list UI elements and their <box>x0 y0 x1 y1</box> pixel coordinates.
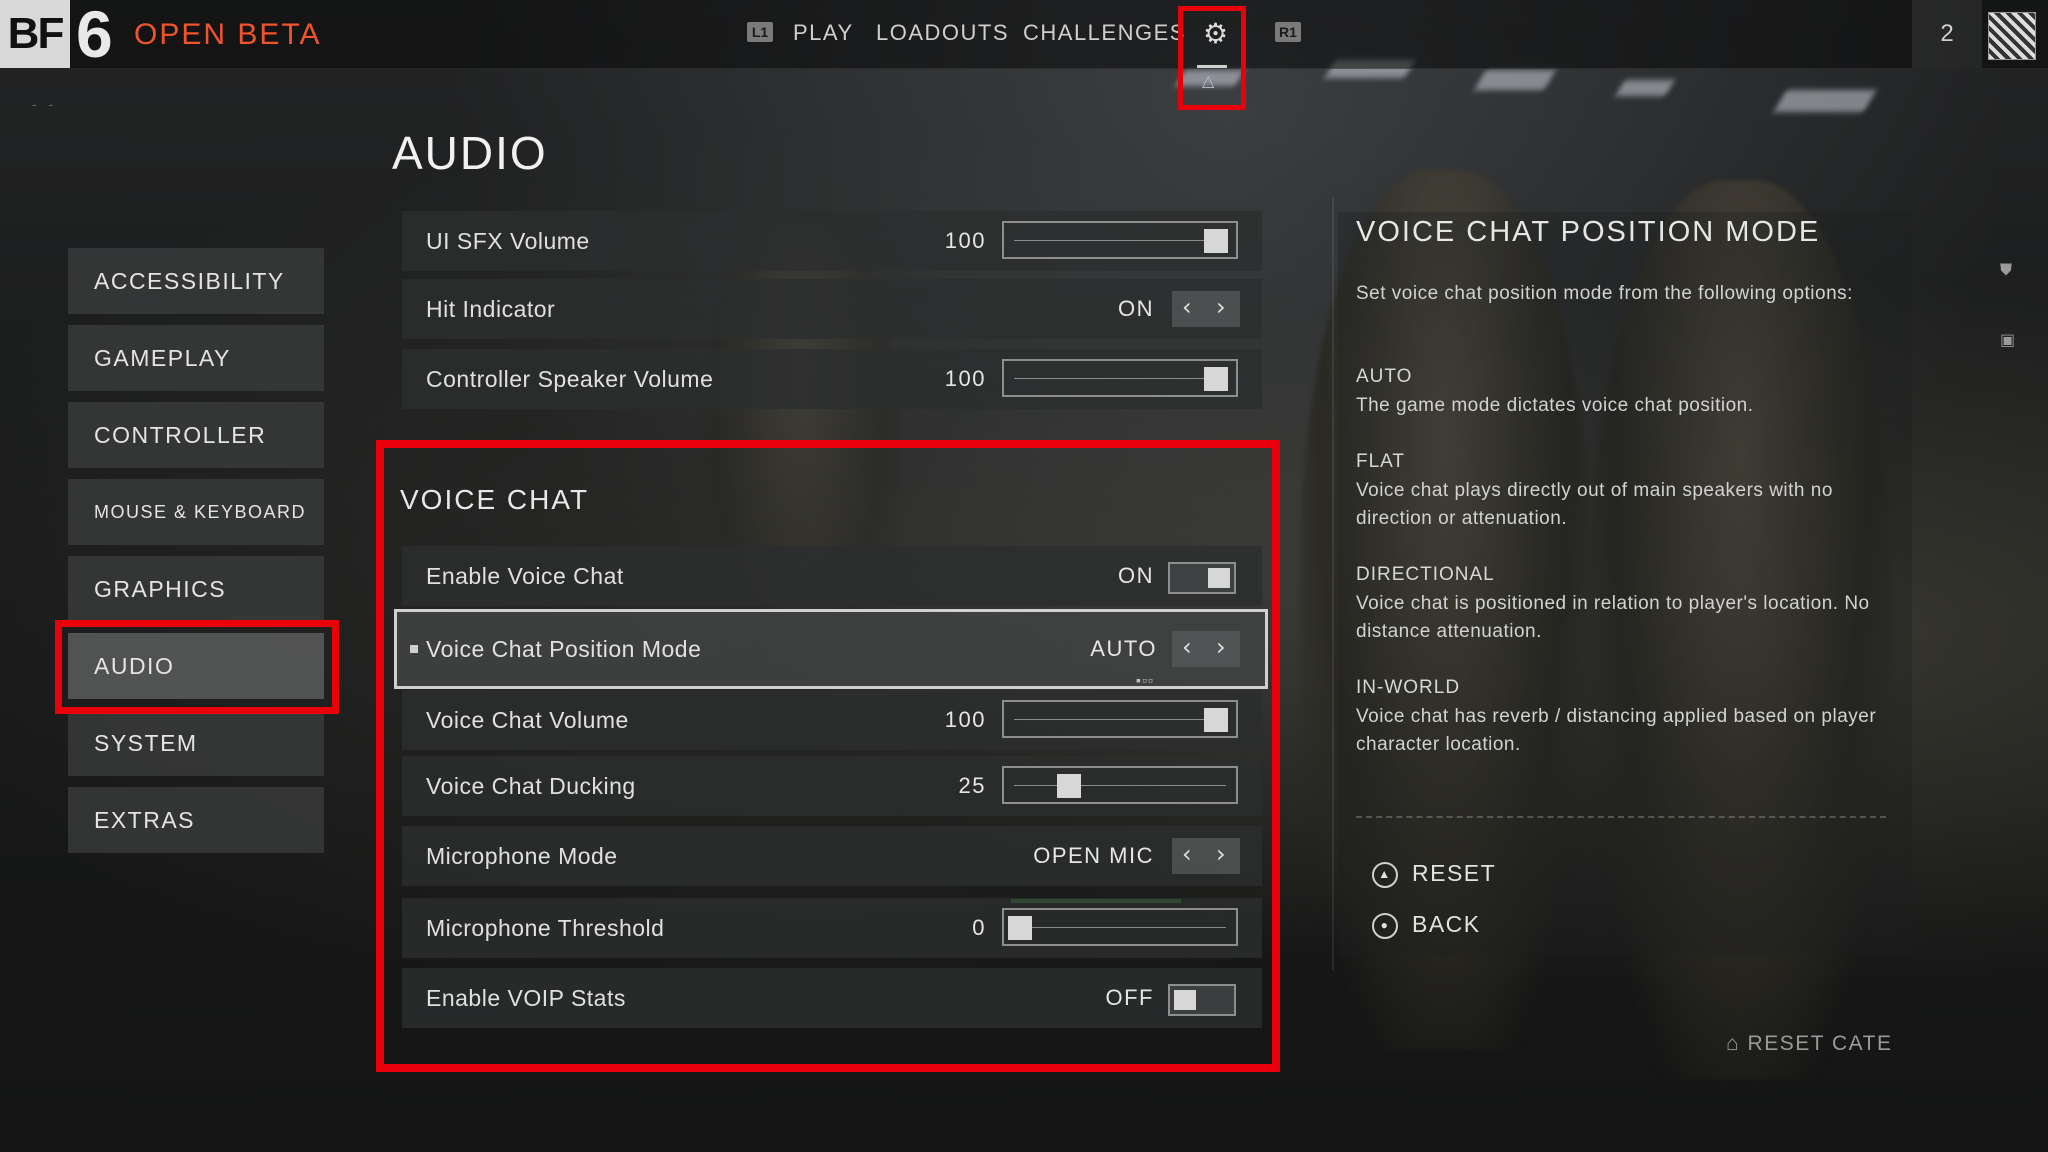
sidebar-item-controller[interactable]: CONTROLLER <box>68 402 324 468</box>
corner-marks: - - <box>32 96 53 112</box>
reset-category-button[interactable]: ⌂ RESET CATE <box>1726 1032 1892 1056</box>
nav-tab-loadouts[interactable]: LOADOUTS <box>876 20 1009 46</box>
party-count[interactable]: 2 <box>1912 0 1982 68</box>
avatar[interactable] <box>1988 12 2036 60</box>
back-label: BACK <box>1412 911 1481 937</box>
active-tab-indicator <box>1197 65 1227 68</box>
option-name: FLAT <box>1356 451 1406 472</box>
nav-tab-play[interactable]: PLAY <box>793 20 854 46</box>
option-description: The game mode dictates voice chat positi… <box>1356 395 1754 416</box>
option-description: Voice chat is positioned in relation to … <box>1356 593 1870 642</box>
reset-category-icon: ⌂ <box>1726 1032 1748 1055</box>
ui-sfx-volume-slider[interactable] <box>1002 221 1238 259</box>
logo-six: 6 <box>76 0 113 71</box>
sidebar-item-mouse-keyboard[interactable]: MOUSE & KEYBOARD <box>68 479 324 545</box>
hit-indicator-selector[interactable]: ‹ › <box>1172 291 1240 327</box>
logo-bf: BF <box>0 0 70 68</box>
squad-icon: ⛊ <box>2000 262 2013 279</box>
option-description: Voice chat has reverb / distancing appli… <box>1356 706 1877 755</box>
info-panel-divider <box>1332 198 1334 970</box>
controller-speaker-volume-slider[interactable] <box>1002 359 1238 397</box>
triangle-button-icon: △ <box>1202 73 1215 90</box>
info-panel-intro: Set voice chat position mode from the fo… <box>1356 283 1853 304</box>
sidebar-item-extras[interactable]: EXTRAS <box>68 787 324 853</box>
circle-button-icon: ● <box>1372 912 1398 939</box>
info-panel-title: VOICE CHAT POSITION MODE <box>1356 216 1821 248</box>
sidebar-item-accessibility[interactable]: ACCESSIBILITY <box>68 248 324 314</box>
info-panel-separator <box>1356 816 1886 818</box>
setting-row-hit-indicator[interactable]: Hit Indicator ON ‹ › <box>402 279 1262 339</box>
reset-category-label: RESET CATE <box>1747 1032 1893 1055</box>
chevron-right-icon[interactable]: › <box>1216 293 1226 321</box>
setting-row-ui-sfx-volume[interactable]: UI SFX Volume 100 <box>402 211 1262 271</box>
voice-chat-highlight-box <box>376 440 1280 1072</box>
back-button[interactable]: ● BACK <box>1372 911 1481 939</box>
audio-highlight-box <box>55 620 339 714</box>
slider-knob[interactable] <box>1204 229 1228 253</box>
page-title: AUDIO <box>392 127 548 179</box>
sidebar-item-gameplay[interactable]: GAMEPLAY <box>68 325 324 391</box>
open-beta-label: OPEN BETA <box>134 18 322 51</box>
slider-knob[interactable] <box>1204 367 1228 391</box>
settings-tab[interactable]: ⚙ △ <box>1178 6 1246 110</box>
setting-value: 100 <box>944 366 986 391</box>
setting-value: 100 <box>944 228 986 253</box>
option-name: AUTO <box>1356 366 1413 387</box>
setting-label: Hit Indicator <box>426 296 556 322</box>
nav-tab-challenges[interactable]: CHALLENGES <box>1023 20 1186 46</box>
sidebar-item-system[interactable]: SYSTEM <box>68 710 324 776</box>
setting-label: UI SFX Volume <box>426 228 590 254</box>
option-name: DIRECTIONAL <box>1356 564 1495 585</box>
reset-button[interactable]: ▲ RESET <box>1372 860 1496 888</box>
reset-label: RESET <box>1412 860 1497 886</box>
l1-button-icon: L1 <box>747 22 773 42</box>
bf6-logo: BF 6 <box>0 0 116 71</box>
triangle-button-icon: ▲ <box>1372 861 1398 888</box>
option-name: IN-WORLD <box>1356 677 1461 698</box>
r1-button-icon: R1 <box>1275 22 1301 42</box>
slider-track <box>1014 240 1226 241</box>
top-bar: BF 6 OPEN BETA L1 PLAY LOADOUTS CHALLENG… <box>0 0 2048 110</box>
r2-button-icon: ▣ <box>2000 332 2016 349</box>
option-description: Voice chat plays directly out of main sp… <box>1356 480 1833 529</box>
slider-track <box>1014 378 1226 379</box>
gear-icon: ⚙ <box>1203 18 1229 49</box>
chevron-left-icon[interactable]: ‹ <box>1182 293 1192 321</box>
setting-label: Controller Speaker Volume <box>426 366 714 392</box>
setting-row-controller-speaker-volume[interactable]: Controller Speaker Volume 100 <box>402 349 1262 409</box>
sidebar-item-graphics[interactable]: GRAPHICS <box>68 556 324 622</box>
setting-value: ON <box>1118 296 1154 321</box>
